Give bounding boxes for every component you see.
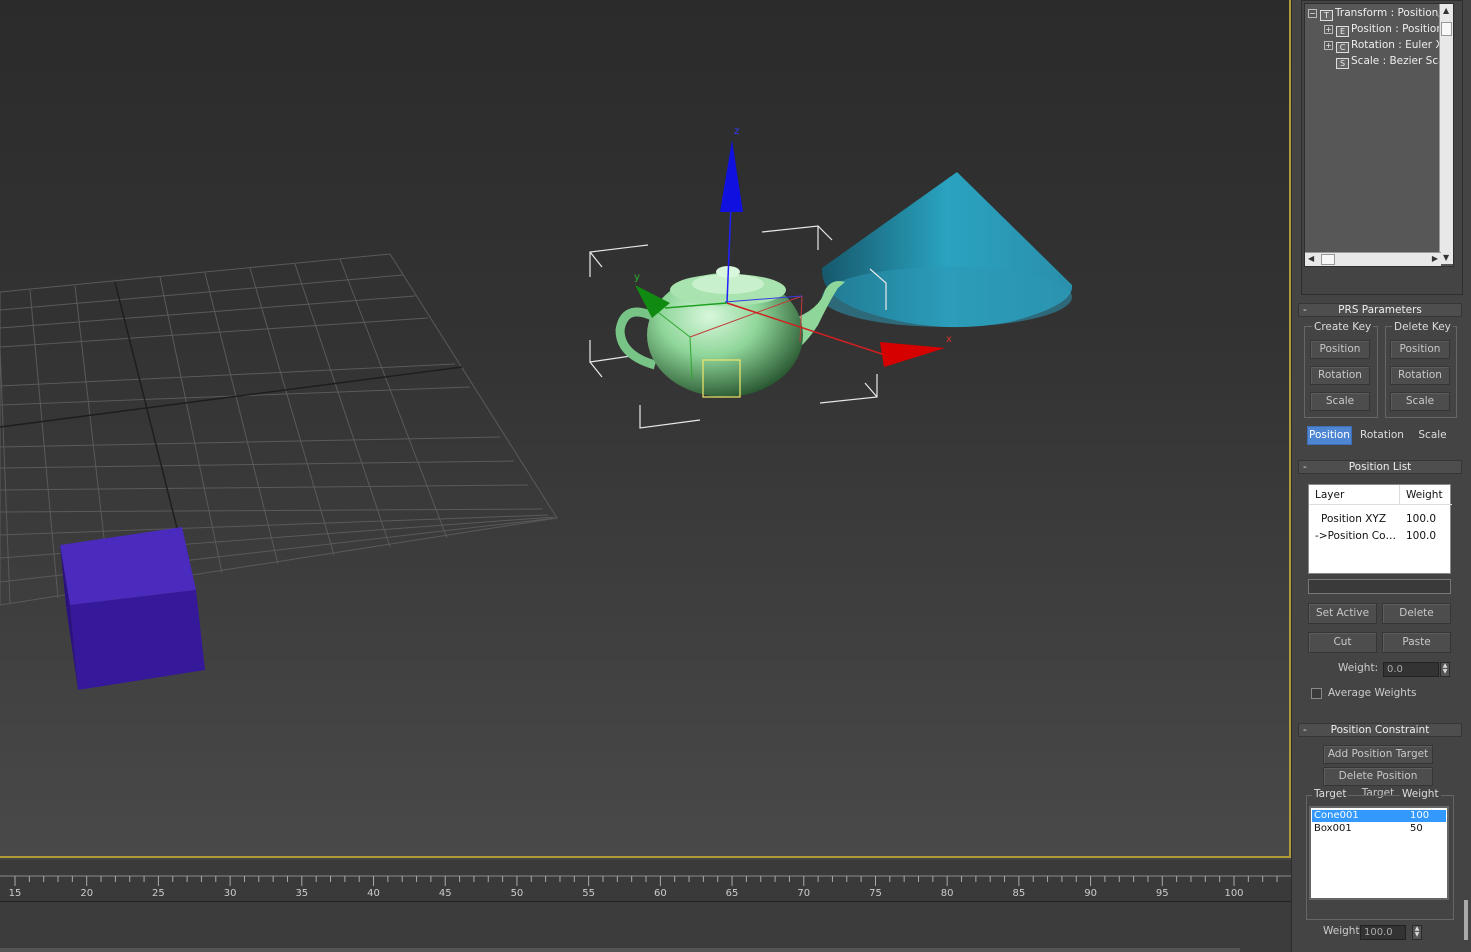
tab-rotation[interactable]: Rotation	[1356, 426, 1408, 445]
create-key-label: Create Key	[1312, 321, 1374, 333]
cone001-object	[821, 172, 1073, 328]
tab-position[interactable]: Position	[1307, 426, 1352, 445]
layer-name-field[interactable]	[1308, 579, 1451, 594]
timeline-tick-label: 90	[1084, 888, 1097, 899]
tree-frame	[1301, 0, 1463, 295]
panel-scrollbar[interactable]	[1464, 900, 1468, 940]
layer-weight-input[interactable]: 0.0	[1383, 662, 1439, 677]
delete-key-label: Delete Key	[1392, 321, 1453, 333]
perspective-viewport[interactable]: z x y	[0, 0, 1291, 858]
status-strip	[0, 948, 1240, 952]
timeline-tick-label: 65	[725, 888, 739, 899]
weight-label: Weight:	[1338, 662, 1379, 674]
rollout-title: Position List	[1348, 461, 1412, 473]
target-weight: 50	[1410, 823, 1423, 834]
timeline-ruler	[0, 875, 1291, 886]
tab-scale[interactable]: Scale	[1410, 426, 1455, 445]
timeline-tick-label: 25	[152, 888, 165, 899]
collapse-icon[interactable]: -	[1303, 724, 1307, 736]
timeline-tick-label: 45	[438, 888, 452, 899]
target-weight-spinner-arrows[interactable]: ▲ ▼	[1412, 925, 1422, 940]
prs-rollout-header[interactable]: - PRS Parameters	[1298, 303, 1462, 317]
target-list[interactable]: Cone001 100 Box001 50	[1309, 806, 1449, 900]
command-panel: − T Transform : Position/ + E Position : Pos…	[1291, 0, 1471, 952]
delete-position-key-button[interactable]: Position	[1390, 340, 1450, 359]
collapse-icon[interactable]: -	[1303, 304, 1307, 316]
timeline-tick-label: 40	[367, 888, 380, 899]
weight-spinner-arrows[interactable]: ▲ ▼	[1440, 662, 1450, 677]
set-active-button[interactable]: Set Active	[1308, 603, 1377, 624]
timeline-tick-label: 35	[295, 888, 309, 899]
column-header-weight[interactable]: Weight	[1399, 485, 1452, 505]
status-bar	[0, 902, 1291, 952]
weight-column-label: Weight	[1400, 788, 1441, 800]
cut-layer-button[interactable]: Cut	[1308, 632, 1377, 653]
target-name: Box001	[1314, 823, 1352, 834]
paste-layer-button[interactable]: Paste	[1382, 632, 1451, 653]
x-axis-label: x	[946, 334, 952, 345]
column-header-layer[interactable]: Layer	[1309, 485, 1399, 505]
position-list-rollout-header[interactable]: - Position List	[1298, 460, 1462, 474]
add-position-target-button[interactable]: Add Position Target	[1323, 745, 1433, 764]
create-rotation-key-button[interactable]: Rotation	[1310, 366, 1370, 385]
scene-canvas: z x y	[0, 126, 1073, 690]
y-axis-label: y	[634, 272, 640, 283]
target-column-label: Target	[1312, 788, 1349, 800]
list-item-weight: 100.0	[1406, 513, 1437, 525]
timeline-tick-label: 80	[940, 888, 954, 899]
z-axis-label: z	[734, 126, 739, 137]
create-scale-key-button[interactable]: Scale	[1310, 392, 1370, 411]
list-item-weight: 100.0	[1406, 530, 1437, 542]
timeline-tick-label: 85	[1012, 888, 1026, 899]
target-weight-label: Weight	[1323, 925, 1360, 937]
timeline-tick-label: 95	[1155, 888, 1169, 899]
time-slider-track[interactable]: 15 20 25 30 35 40 45 50 55 60 65 70 75 80 85 90 95 100	[0, 860, 1291, 902]
collapse-icon[interactable]: -	[1303, 461, 1307, 473]
delete-rotation-key-button[interactable]: Rotation	[1390, 366, 1450, 385]
rollout-title: PRS Parameters	[1338, 304, 1422, 316]
timeline-tick-label: 70	[797, 888, 811, 899]
timeline-tick-label: 100	[1224, 888, 1244, 899]
delete-layer-button[interactable]: Delete	[1382, 603, 1451, 624]
delete-position-target-button[interactable]: Delete Position Target	[1323, 767, 1433, 799]
create-position-key-button[interactable]: Position	[1310, 340, 1370, 359]
position-list-table[interactable]: Layer Weight Position XYZ 100.0 ->Positi…	[1308, 484, 1452, 574]
box001-object	[60, 527, 205, 690]
timeline-tick-label: 75	[869, 888, 882, 899]
list-item[interactable]: Cone001 100	[1312, 810, 1446, 822]
timeline-tick-label: 55	[582, 888, 596, 899]
list-item[interactable]: Position XYZ	[1321, 511, 1386, 527]
timeline-tick-label: 30	[223, 888, 237, 899]
list-item[interactable]: ->Position Co…	[1315, 528, 1396, 544]
list-item[interactable]: Box001 50	[1312, 823, 1446, 835]
position-constraint-rollout-header[interactable]: - Position Constraint	[1298, 723, 1462, 737]
average-weights-label: Average Weights	[1328, 687, 1417, 699]
target-name: Cone001	[1314, 810, 1359, 821]
delete-scale-key-button[interactable]: Scale	[1390, 392, 1450, 411]
target-weight: 100	[1410, 810, 1430, 821]
timeline-tick-label: 60	[653, 888, 667, 899]
timeline-tick-label: 15	[8, 888, 22, 899]
timeline-tick-label: 50	[510, 888, 524, 899]
timeline-tick-label: 20	[80, 888, 94, 899]
average-weights-checkbox[interactable]	[1311, 688, 1322, 699]
rollout-title: Position Constraint	[1330, 724, 1430, 736]
target-weight-input[interactable]: 100.0	[1360, 925, 1406, 940]
